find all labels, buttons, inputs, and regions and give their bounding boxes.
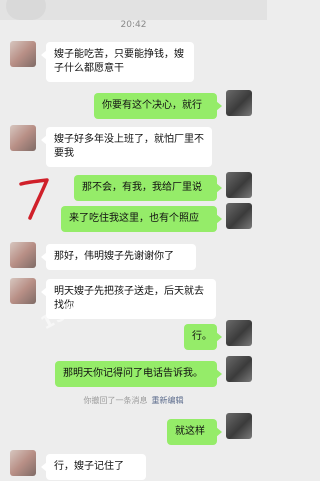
sent-message: 就这样 (167, 419, 222, 445)
chat-timestamp: 20:42 (120, 20, 147, 30)
re-edit-link[interactable]: 重新编辑 (152, 396, 184, 405)
my-avatar[interactable] (226, 320, 252, 346)
received-message: 那好，伟明嫂子先谢谢你了 (41, 244, 196, 270)
received-message: 行，嫂子记住了 (41, 454, 146, 480)
app-logo (6, 0, 46, 20)
sent-message: 来了吃住我这里，也有个照应 (61, 206, 222, 232)
my-avatar[interactable] (226, 172, 252, 198)
my-avatar[interactable] (226, 203, 252, 229)
recall-text: 你撤回了一条消息 (83, 396, 148, 405)
contact-avatar[interactable] (10, 278, 36, 304)
my-avatar[interactable] (226, 413, 252, 439)
sent-message: 你要有这个决心，就行 (94, 93, 222, 119)
received-message: 嫂子能吃苦，只要能挣钱，嫂子什么都愿意干 (41, 42, 194, 82)
my-avatar[interactable] (226, 90, 252, 116)
recall-notice: 你撤回了一条消息 重新编辑 (0, 395, 267, 406)
received-message: 嫂子好多年没上班了，就怕厂里不要我 (41, 127, 212, 167)
sent-message: 行。 (184, 324, 222, 350)
sent-message: 那明天你记得问了电话告诉我。 (55, 361, 222, 387)
contact-avatar[interactable] (10, 41, 36, 67)
my-avatar[interactable] (226, 356, 252, 382)
contact-avatar[interactable] (10, 450, 36, 476)
watermark-logo: 155 (37, 296, 84, 335)
sent-message: 那不会，有我，我给厂里说 (74, 175, 222, 201)
contact-avatar[interactable] (10, 125, 36, 151)
contact-avatar[interactable] (10, 242, 36, 268)
annotation-mark (19, 178, 49, 220)
top-bar (0, 0, 267, 20)
